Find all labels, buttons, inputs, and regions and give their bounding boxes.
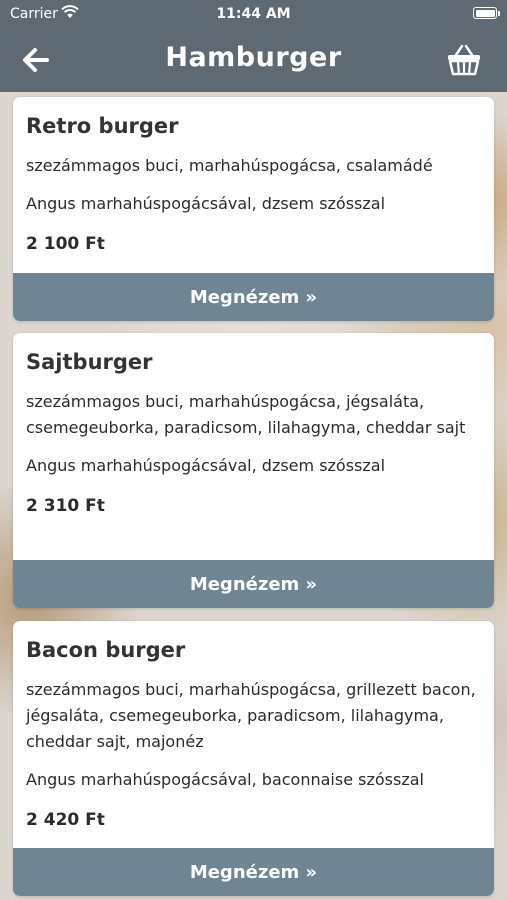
product-card: Bacon burger szezámmagos buci, marhahúsp… xyxy=(13,621,494,896)
product-list: Retro burger szezámmagos buci, marhahúsp… xyxy=(0,92,507,900)
product-description: Angus marhahúspogácsával, dzsem szósszal xyxy=(26,456,386,475)
product-name: Sajtburger xyxy=(26,350,153,374)
page-title: Hamburger xyxy=(165,42,342,73)
product-name: Retro burger xyxy=(26,114,179,138)
battery-icon xyxy=(473,7,497,19)
cart-button[interactable] xyxy=(444,42,484,78)
product-description: Angus marhahúspogácsával, baconnaise szó… xyxy=(26,770,424,789)
product-description: Angus marhahúspogácsával, dzsem szósszal xyxy=(26,194,386,213)
view-product-button[interactable]: Megnézem » xyxy=(13,848,494,896)
view-product-button[interactable]: Megnézem » xyxy=(13,560,494,608)
battery-tip xyxy=(498,11,500,16)
product-ingredients: szezámmagos buci, marhahúspogácsa, csala… xyxy=(26,156,433,175)
nav-header: Carrier 11:44 AM Hamburger xyxy=(0,0,507,92)
product-price: 2 420 Ft xyxy=(26,810,105,830)
product-name: Bacon burger xyxy=(26,638,186,662)
product-card: Retro burger szezámmagos buci, marhahúsp… xyxy=(13,97,494,321)
view-product-button[interactable]: Megnézem » xyxy=(13,273,494,321)
status-time: 11:44 AM xyxy=(216,6,291,22)
product-price: 2 310 Ft xyxy=(26,496,105,516)
status-bar: Carrier 11:44 AM xyxy=(0,0,507,28)
basket-icon xyxy=(448,44,480,76)
product-price: 2 100 Ft xyxy=(26,234,105,254)
product-ingredients: szezámmagos buci, marhahúspogácsa, jégsa… xyxy=(26,392,466,437)
product-card: Sajtburger szezámmagos buci, marhahúspog… xyxy=(13,333,494,608)
product-ingredients: szezámmagos buci, marhahúspogácsa, grill… xyxy=(26,680,476,751)
